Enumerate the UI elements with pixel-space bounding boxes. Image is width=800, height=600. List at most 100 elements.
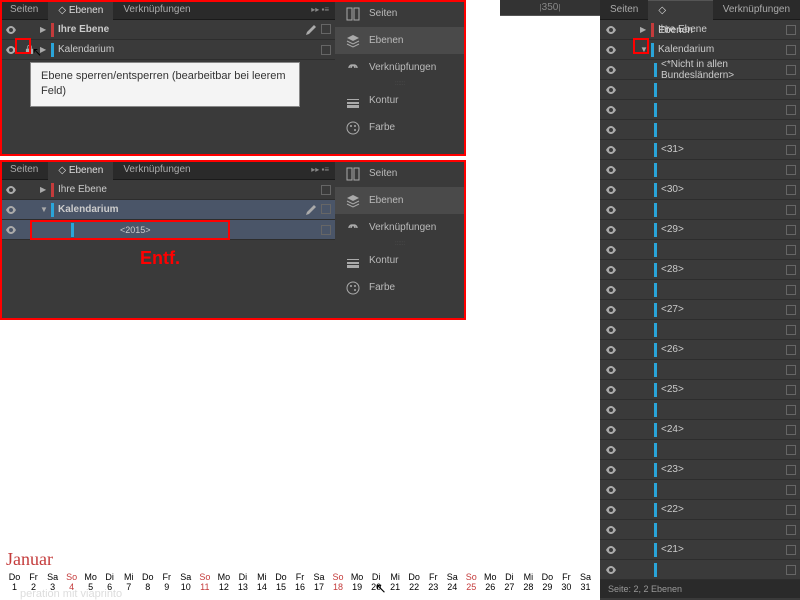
list-item[interactable] (600, 320, 800, 340)
visibility-icon[interactable] (604, 443, 618, 457)
menu-verknüpfungen[interactable]: Verknüpfungen (335, 214, 465, 241)
visibility-icon[interactable] (4, 43, 18, 57)
visibility-icon[interactable] (604, 363, 618, 377)
layer-row[interactable]: <2015> (0, 220, 335, 240)
list-item[interactable] (600, 520, 800, 540)
menu-verknüpfungen[interactable]: Verknüpfungen (335, 54, 465, 81)
visibility-icon[interactable] (604, 243, 618, 257)
visibility-icon[interactable] (604, 563, 618, 577)
square-icon[interactable] (786, 505, 796, 515)
layer-row[interactable]: ▼ Kalendarium (600, 40, 800, 60)
menu-ebenen[interactable]: Ebenen (335, 187, 465, 214)
square-icon[interactable] (321, 45, 331, 55)
square-icon[interactable] (786, 425, 796, 435)
square-icon[interactable] (786, 325, 796, 335)
visibility-icon[interactable] (604, 183, 618, 197)
menu-farbe[interactable]: Farbe (335, 114, 465, 141)
list-item[interactable]: <22> (600, 500, 800, 520)
visibility-icon[interactable] (604, 343, 618, 357)
expand-icon[interactable]: ▼ (640, 45, 648, 54)
tab-verk[interactable]: Verknüpfungen (113, 0, 200, 20)
square-icon[interactable] (786, 165, 796, 175)
list-item[interactable] (600, 120, 800, 140)
list-item[interactable] (600, 480, 800, 500)
tab-verk[interactable]: Verknüpfungen (713, 0, 800, 20)
visibility-icon[interactable] (604, 383, 618, 397)
square-icon[interactable] (321, 24, 331, 34)
visibility-icon[interactable] (604, 103, 618, 117)
tab-seiten[interactable]: Seiten (600, 0, 648, 20)
list-item[interactable]: <29> (600, 220, 800, 240)
layer-row[interactable]: ▶ Kalendarium (0, 40, 335, 60)
square-icon[interactable] (786, 405, 796, 415)
square-icon[interactable] (786, 465, 796, 475)
visibility-icon[interactable] (604, 403, 618, 417)
square-icon[interactable] (786, 205, 796, 215)
tab-seiten[interactable]: Seiten (0, 0, 48, 20)
visibility-icon[interactable] (604, 123, 618, 137)
menu-seiten[interactable]: Seiten (335, 0, 465, 27)
square-icon[interactable] (786, 565, 796, 575)
menu-seiten[interactable]: Seiten (335, 160, 465, 187)
list-item[interactable] (600, 440, 800, 460)
layer-row[interactable]: ▶ Ihre Ebene (0, 180, 335, 200)
expand-icon[interactable]: ▶ (40, 25, 48, 34)
visibility-icon[interactable] (4, 183, 18, 197)
list-item[interactable]: <26> (600, 340, 800, 360)
visibility-icon[interactable] (4, 223, 18, 237)
visibility-icon[interactable] (604, 223, 618, 237)
square-icon[interactable] (786, 145, 796, 155)
square-icon[interactable] (786, 365, 796, 375)
visibility-icon[interactable] (604, 503, 618, 517)
expand-icon[interactable]: ▼ (40, 205, 48, 214)
menu-kontur[interactable]: Kontur (335, 247, 465, 274)
list-item[interactable]: <25> (600, 380, 800, 400)
expand-icon[interactable]: ▶ (640, 25, 648, 34)
visibility-icon[interactable] (604, 203, 618, 217)
list-item[interactable] (600, 360, 800, 380)
square-icon[interactable] (786, 485, 796, 495)
square-icon[interactable] (786, 265, 796, 275)
list-item[interactable] (600, 400, 800, 420)
square-icon[interactable] (321, 204, 331, 214)
list-item[interactable] (600, 240, 800, 260)
list-item[interactable] (600, 80, 800, 100)
visibility-icon[interactable] (604, 523, 618, 537)
square-icon[interactable] (786, 385, 796, 395)
list-item[interactable] (600, 160, 800, 180)
visibility-icon[interactable] (604, 423, 618, 437)
tab-ebenen[interactable]: ◇ Ebenen (648, 0, 712, 20)
visibility-icon[interactable] (604, 283, 618, 297)
square-icon[interactable] (786, 105, 796, 115)
square-icon[interactable] (786, 225, 796, 235)
visibility-icon[interactable] (604, 323, 618, 337)
list-item[interactable]: <24> (600, 420, 800, 440)
square-icon[interactable] (786, 125, 796, 135)
menu-farbe[interactable]: Farbe (335, 274, 465, 301)
visibility-icon[interactable] (604, 303, 618, 317)
visibility-icon[interactable] (4, 203, 18, 217)
square-icon[interactable] (786, 85, 796, 95)
square-icon[interactable] (321, 185, 331, 195)
menu-kontur[interactable]: Kontur (335, 87, 465, 114)
visibility-icon[interactable] (604, 483, 618, 497)
square-icon[interactable] (786, 25, 796, 35)
expand-icon[interactable]: ▶ (40, 185, 48, 194)
tab-seiten[interactable]: Seiten (0, 160, 48, 180)
tab-verk[interactable]: Verknüpfungen (113, 160, 200, 180)
list-item[interactable]: <21> (600, 540, 800, 560)
square-icon[interactable] (786, 185, 796, 195)
list-item[interactable] (600, 560, 800, 580)
list-item[interactable]: <31> (600, 140, 800, 160)
visibility-icon[interactable] (604, 463, 618, 477)
list-item[interactable] (600, 280, 800, 300)
visibility-icon[interactable] (604, 83, 618, 97)
list-item[interactable]: <23> (600, 460, 800, 480)
pen-icon[interactable] (305, 204, 317, 216)
layer-row[interactable]: ▶ Ihre Ebene (600, 20, 800, 40)
square-icon[interactable] (786, 285, 796, 295)
list-item[interactable] (600, 100, 800, 120)
menu-ebenen[interactable]: Ebenen (335, 27, 465, 54)
list-item[interactable]: <30> (600, 180, 800, 200)
visibility-icon[interactable] (604, 263, 618, 277)
